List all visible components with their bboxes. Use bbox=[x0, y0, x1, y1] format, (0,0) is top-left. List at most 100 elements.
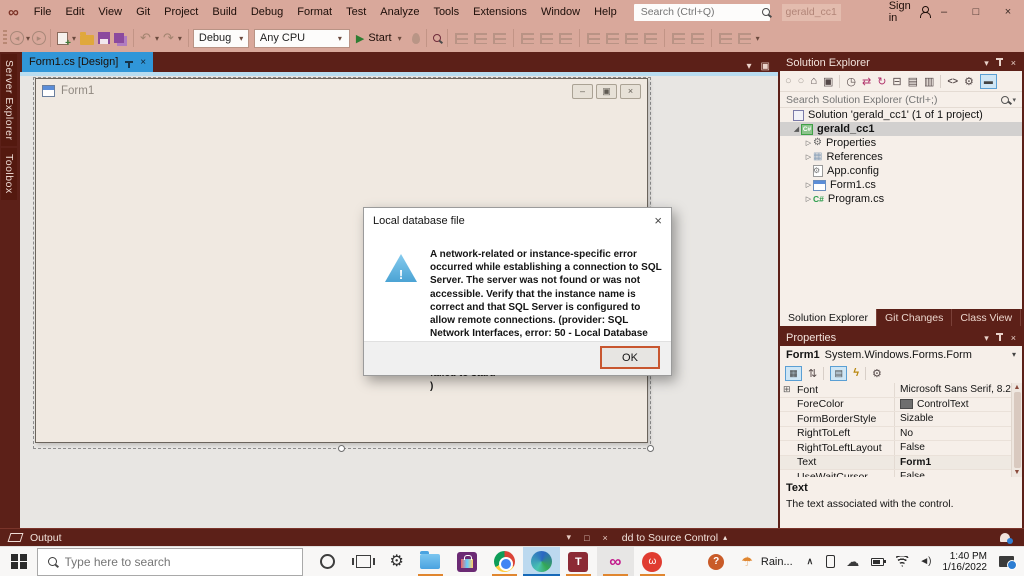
menu-format[interactable]: Format bbox=[290, 0, 339, 24]
battery-icon[interactable] bbox=[871, 558, 884, 566]
property-value[interactable]: No bbox=[895, 428, 1022, 439]
onedrive-cloud-icon[interactable]: ☁ bbox=[846, 555, 859, 568]
tab-git-changes[interactable]: Git Changes bbox=[877, 309, 952, 326]
your-phone-icon[interactable] bbox=[826, 555, 835, 568]
make-same-height-icon[interactable] bbox=[606, 33, 619, 44]
tree-item-appconfig[interactable]: App.config bbox=[780, 164, 1022, 178]
chevron-down-icon[interactable]: ▾ bbox=[984, 58, 989, 69]
taskbar-chrome[interactable] bbox=[486, 547, 523, 576]
property-value[interactable]: Sizable bbox=[895, 413, 1022, 424]
expander-icon[interactable]: ▷ bbox=[804, 195, 813, 203]
align-middles-icon[interactable] bbox=[540, 33, 553, 44]
chevron-down-icon[interactable]: ▾ bbox=[1012, 350, 1016, 359]
expand-icon[interactable]: ⊞ bbox=[783, 384, 791, 395]
resize-handle-bottom[interactable] bbox=[338, 445, 345, 452]
find-in-files-icon[interactable] bbox=[433, 34, 441, 42]
property-row-righttoleftlayout[interactable]: RightToLeftLayout False bbox=[780, 441, 1022, 456]
output-panel-title[interactable]: Output bbox=[30, 532, 62, 544]
account-badge[interactable]: gerald_cc1 bbox=[782, 4, 841, 21]
sign-in-button[interactable]: Sign in bbox=[889, 0, 928, 24]
collapse-all-icon[interactable]: ⊟ bbox=[892, 75, 901, 88]
redo-button[interactable]: ↷ bbox=[161, 27, 176, 49]
menu-view[interactable]: View bbox=[91, 0, 129, 24]
taskbar-search-input[interactable] bbox=[65, 555, 255, 569]
refresh-icon[interactable]: ↻ bbox=[877, 75, 886, 88]
toolbox-tab[interactable]: Toolbox bbox=[1, 148, 17, 200]
property-row-font[interactable]: ⊞Font Microsoft Sans Serif, 8.25pt bbox=[780, 383, 1022, 398]
tree-item-program[interactable]: ▷ C# Program.cs bbox=[780, 192, 1022, 206]
menu-extensions[interactable]: Extensions bbox=[466, 0, 534, 24]
tree-item-references[interactable]: ▷ ▦ References bbox=[780, 150, 1022, 164]
property-value[interactable]: Form1 bbox=[895, 457, 1022, 468]
align-bottoms-icon[interactable] bbox=[559, 33, 572, 44]
notification-bell-icon[interactable] bbox=[1000, 533, 1010, 542]
toolbar-overflow-caret[interactable]: ▾ bbox=[754, 34, 762, 43]
undo-dropdown-caret[interactable]: ▾ bbox=[153, 34, 161, 43]
ok-button[interactable]: OK bbox=[600, 346, 660, 369]
tab-close-icon[interactable]: × bbox=[140, 57, 146, 68]
make-same-width-icon[interactable] bbox=[587, 33, 600, 44]
property-value[interactable]: Microsoft Sans Serif, 8.25pt bbox=[895, 384, 1022, 395]
property-row-formborderstyle[interactable]: FormBorderStyle Sizable bbox=[780, 412, 1022, 427]
show-all-files-icon[interactable]: ▥ bbox=[924, 75, 934, 88]
new-project-icon[interactable] bbox=[57, 32, 68, 45]
send-to-back-icon[interactable] bbox=[738, 33, 751, 44]
properties-icon[interactable]: ▤ bbox=[908, 75, 918, 88]
navigate-forward-button[interactable]: ▸ bbox=[32, 31, 46, 45]
back-dropdown-caret[interactable]: ▾ bbox=[24, 34, 32, 43]
wrench-icon[interactable]: ⚙ bbox=[964, 75, 974, 88]
switch-views-icon[interactable]: ▣ bbox=[823, 75, 833, 88]
taskbar-store[interactable] bbox=[449, 547, 486, 576]
taskbar-visual-studio[interactable]: ∞ bbox=[597, 547, 634, 576]
maximize-button[interactable]: □ bbox=[960, 0, 992, 24]
help-tray-icon[interactable]: ? bbox=[708, 554, 724, 570]
quick-launch-input[interactable] bbox=[634, 6, 762, 18]
menu-project[interactable]: Project bbox=[157, 0, 205, 24]
property-row-righttoleft[interactable]: RightToLeft No bbox=[780, 427, 1022, 442]
feedback-icon[interactable] bbox=[8, 533, 24, 542]
quick-launch-search[interactable] bbox=[634, 4, 770, 21]
start-button[interactable] bbox=[11, 554, 27, 570]
solution-configuration-dropdown[interactable]: Debug ▾ bbox=[193, 29, 249, 48]
cortana-icon[interactable] bbox=[320, 554, 335, 569]
redo-dropdown-caret[interactable]: ▾ bbox=[176, 34, 184, 43]
pin-icon[interactable] bbox=[999, 60, 1001, 66]
taskbar-discord[interactable]: ω bbox=[634, 547, 671, 576]
designer-canvas[interactable]: Form1 – ▣ × Local database file × ! A ne… bbox=[20, 76, 778, 528]
tray-overflow-chevron[interactable]: ∧ bbox=[807, 556, 814, 567]
alphabetical-icon[interactable]: ⇅ bbox=[808, 367, 817, 380]
pin-icon[interactable] bbox=[999, 335, 1001, 341]
tab-list-caret-icon[interactable]: ▾ bbox=[747, 61, 752, 72]
properties-scrollbar[interactable]: ▲ ▼ bbox=[1011, 383, 1022, 477]
output-maximize-icon[interactable]: □ bbox=[584, 533, 589, 543]
save-all-icon[interactable] bbox=[114, 33, 124, 43]
taskbar-search[interactable] bbox=[37, 548, 303, 576]
resize-handle-corner[interactable] bbox=[647, 445, 654, 452]
menu-tools[interactable]: Tools bbox=[426, 0, 466, 24]
preview-selected-items-icon[interactable]: ▬ bbox=[980, 74, 997, 89]
solution-search-input[interactable] bbox=[786, 94, 1001, 106]
horizontal-spacing-icon[interactable] bbox=[672, 33, 685, 44]
view-code-icon[interactable]: <> bbox=[947, 76, 958, 86]
categorized-icon[interactable]: ▦ bbox=[785, 366, 802, 381]
property-row-text[interactable]: Text Form1 bbox=[780, 456, 1022, 471]
menu-analyze[interactable]: Analyze bbox=[373, 0, 426, 24]
toolbar-grip[interactable] bbox=[3, 30, 7, 46]
back-icon[interactable]: ○ bbox=[785, 75, 792, 87]
tree-item-project[interactable]: ◢ C# gerald_cc1 bbox=[780, 122, 1022, 136]
properties-view-icon[interactable]: ▤ bbox=[830, 366, 847, 381]
dialog-close-icon[interactable]: × bbox=[654, 213, 662, 228]
tree-item-form1[interactable]: ▷ Form1.cs bbox=[780, 178, 1022, 192]
scroll-down-icon[interactable]: ▼ bbox=[1014, 469, 1021, 476]
pending-changes-filter-icon[interactable]: ◷ bbox=[846, 75, 856, 88]
task-view-icon[interactable] bbox=[356, 555, 371, 568]
menu-file[interactable]: File bbox=[27, 0, 59, 24]
forward-icon[interactable]: ○ bbox=[798, 75, 805, 87]
properties-object-selector[interactable]: Form1 System.Windows.Forms.Form ▾ bbox=[780, 346, 1022, 363]
align-lefts-icon[interactable] bbox=[455, 33, 468, 44]
touch-keyboard-icon[interactable] bbox=[999, 556, 1014, 567]
tree-item-properties[interactable]: ▷ ⚙ Properties bbox=[780, 136, 1022, 150]
menu-test[interactable]: Test bbox=[339, 0, 373, 24]
open-folder-icon[interactable] bbox=[80, 35, 94, 45]
save-icon[interactable] bbox=[98, 32, 110, 44]
